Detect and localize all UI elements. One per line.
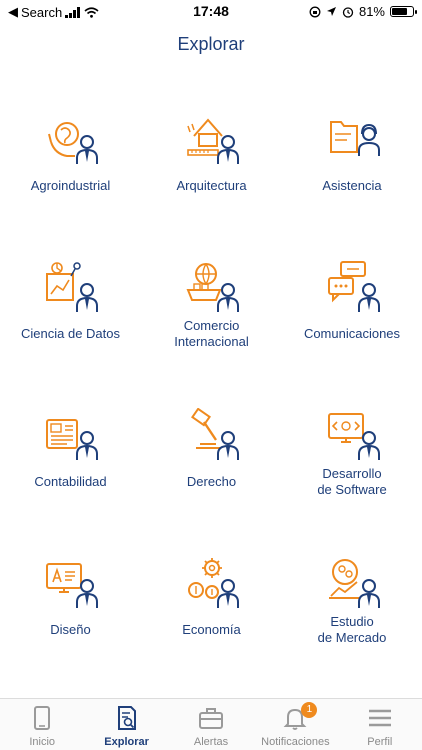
tab-explorar[interactable]: Explorar — [84, 699, 168, 750]
magnifier-chart-icon — [329, 559, 380, 608]
monitor-design-icon — [46, 563, 98, 608]
globe-hands-icon — [48, 122, 98, 164]
category-economia[interactable]: Economía — [141, 544, 282, 692]
category-ciencia-de-datos[interactable]: Ciencia de Datos — [0, 248, 141, 396]
category-comunicaciones[interactable]: Comunicaciones — [282, 248, 422, 396]
category-grid: Agroindustrial Arquitectura Asistencia C… — [0, 100, 422, 692]
location-icon — [326, 7, 336, 16]
category-label: Arquitectura — [176, 178, 247, 193]
data-chart-icon — [46, 262, 98, 312]
category-comercio-internacional[interactable]: Comercio Internacional — [141, 248, 282, 396]
category-derecho[interactable]: Derecho — [141, 396, 282, 544]
category-contabilidad[interactable]: Contabilidad — [0, 396, 141, 544]
tab-bar: Inicio Explorar Alertas 1 Notificaciones… — [0, 698, 422, 750]
category-label-line1: Estudio — [330, 614, 374, 629]
category-arquitectura[interactable]: Arquitectura — [141, 100, 282, 248]
category-label-line2: de Software — [317, 482, 387, 497]
gavel-icon — [191, 408, 239, 460]
category-label: Desarrollo de Software — [282, 466, 422, 498]
notification-badge: 1 — [301, 702, 318, 718]
page-title: Explorar — [177, 34, 245, 54]
monitor-code-icon — [328, 413, 380, 460]
status-bar: ◀ Search 17:48 81% — [0, 0, 422, 24]
category-label-line1: Desarrollo — [322, 466, 382, 481]
folder-headset-icon — [330, 121, 380, 156]
globe-ship-icon — [186, 263, 239, 312]
category-label: Ciencia de Datos — [21, 326, 120, 341]
tab-perfil[interactable]: Perfil — [338, 699, 422, 750]
category-label-line2: Internacional — [174, 334, 249, 349]
category-label: Derecho — [186, 474, 237, 489]
tab-inicio[interactable]: Inicio — [0, 699, 84, 750]
alarm-icon — [342, 6, 354, 18]
category-label: Agroindustrial — [30, 178, 111, 193]
category-label: Estudio de Mercado — [282, 614, 422, 646]
tab-label: Inicio — [29, 736, 56, 748]
category-asistencia[interactable]: Asistencia — [282, 100, 422, 248]
briefcase-icon — [199, 708, 224, 729]
category-agroindustrial[interactable]: Agroindustrial — [0, 100, 141, 248]
menu-icon — [368, 709, 391, 727]
tab-label: Alertas — [193, 736, 229, 748]
chat-bubbles-icon — [328, 261, 380, 312]
orientation-lock-icon — [309, 6, 321, 17]
category-label-line2: de Mercado — [317, 630, 387, 645]
category-label: Comunicaciones — [303, 326, 401, 341]
gear-coins-icon — [188, 558, 239, 608]
battery-icon — [390, 6, 417, 17]
tab-label: Explorar — [104, 736, 149, 748]
category-label-line1: Comercio — [183, 318, 240, 333]
category-label: Contabilidad — [34, 474, 107, 489]
category-diseno[interactable]: Diseño — [0, 544, 141, 692]
battery-percent: 81% — [358, 4, 385, 19]
search-document-icon — [117, 706, 136, 730]
phone-icon — [34, 706, 51, 730]
category-label: Diseño — [50, 622, 91, 637]
category-estudio-de-mercado[interactable]: Estudio de Mercado — [282, 544, 422, 692]
tab-alertas[interactable]: Alertas — [169, 699, 253, 750]
category-label: Economía — [182, 622, 241, 637]
house-ruler-icon — [187, 118, 239, 164]
tab-label: Notificaciones — [261, 736, 330, 748]
category-desarrollo-de-software[interactable]: Desarrollo de Software — [282, 396, 422, 544]
category-label: Comercio Internacional — [141, 318, 282, 350]
tab-label: Perfil — [367, 736, 393, 748]
category-label: Asistencia — [322, 178, 382, 193]
accounting-ledger-icon — [46, 419, 98, 460]
tab-notificaciones[interactable]: 1 Notificaciones — [253, 699, 337, 750]
